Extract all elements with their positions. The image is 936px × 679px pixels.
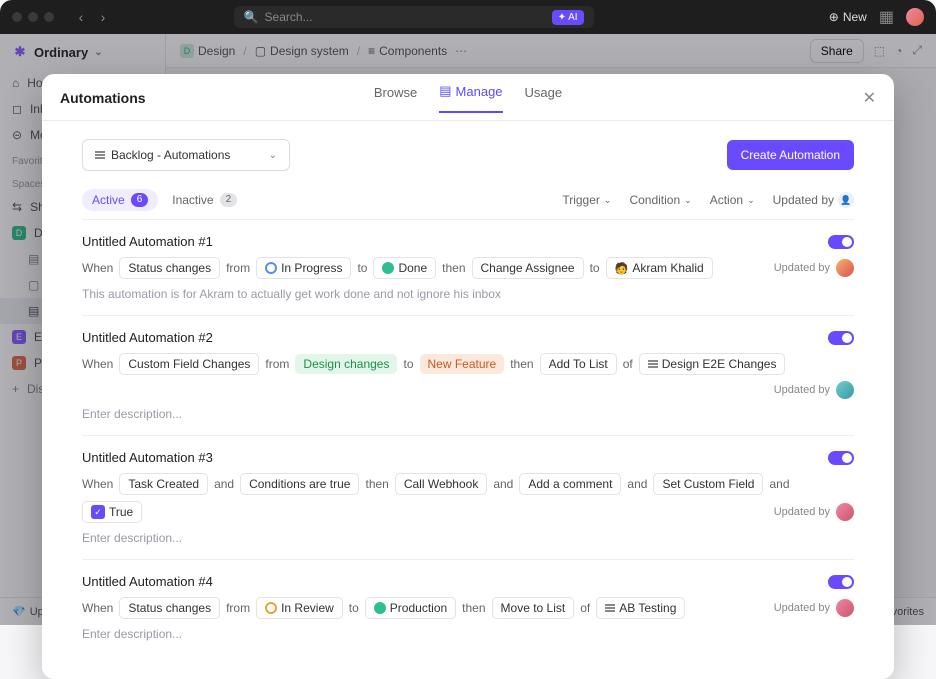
filter-updated-by[interactable]: Updated by 👤 xyxy=(773,192,854,208)
close-icon[interactable]: ✕ xyxy=(863,88,876,108)
list-chip[interactable]: Design E2E Changes xyxy=(639,353,786,375)
list-chip[interactable]: AB Testing xyxy=(596,597,685,619)
value-chip[interactable]: ✓True xyxy=(82,501,142,523)
avatar-icon: 🧑 xyxy=(615,262,629,275)
list-selector[interactable]: Backlog - Automations ⌄ xyxy=(82,139,290,171)
automation-description[interactable]: This automation is for Akram to actually… xyxy=(82,287,854,301)
window-titlebar: ‹ › 🔍 Search... ✦ AI ⊕ New ▦ xyxy=(0,0,936,34)
list-icon xyxy=(605,604,615,612)
automation-description[interactable]: Enter description... xyxy=(82,627,854,641)
action-chip[interactable]: Call Webhook xyxy=(395,473,487,495)
trigger-chip[interactable]: Task Created xyxy=(119,473,208,495)
status-dot-icon xyxy=(374,602,386,614)
user-avatar[interactable] xyxy=(906,8,924,26)
automation-title[interactable]: Untitled Automation #2 xyxy=(82,330,213,345)
modal-overlay: Automations Browse ▤ Manage Usage ✕ Back… xyxy=(0,34,936,625)
automation-row: Untitled Automation #4 When Status chang… xyxy=(82,559,854,655)
chevron-down-icon: ⌄ xyxy=(684,195,692,206)
automation-row: Untitled Automation #1 When Status chang… xyxy=(82,219,854,315)
status-dot-icon xyxy=(265,602,277,614)
list-icon xyxy=(648,360,658,368)
action-chip[interactable]: Add a comment xyxy=(519,473,621,495)
tag-chip[interactable]: Design changes xyxy=(295,354,397,374)
action-chip[interactable]: Change Assignee xyxy=(472,257,584,279)
search-placeholder: Search... xyxy=(265,10,313,24)
new-button[interactable]: ⊕ New xyxy=(829,10,867,24)
automation-toggle[interactable] xyxy=(828,575,854,589)
avatar xyxy=(836,381,854,399)
chevron-down-icon: ⌄ xyxy=(747,195,755,206)
filter-trigger[interactable]: Trigger ⌄ xyxy=(562,193,611,207)
tab-manage[interactable]: ▤ Manage xyxy=(439,83,502,113)
automation-description[interactable]: Enter description... xyxy=(82,531,854,545)
tab-browse[interactable]: Browse xyxy=(374,83,417,113)
apps-grid-icon[interactable]: ▦ xyxy=(879,7,894,27)
global-search[interactable]: 🔍 Search... ✦ AI xyxy=(234,6,594,28)
list-icon xyxy=(95,151,105,159)
filter-condition[interactable]: Condition ⌄ xyxy=(629,193,691,207)
automation-toggle[interactable] xyxy=(828,235,854,249)
status-chip[interactable]: In Progress xyxy=(256,257,351,279)
checkbox-icon: ✓ xyxy=(91,505,105,519)
search-icon: 🔍 xyxy=(244,10,259,24)
condition-chip[interactable]: Conditions are true xyxy=(240,473,359,495)
trigger-chip[interactable]: Status changes xyxy=(119,257,220,279)
avatar xyxy=(836,259,854,277)
updated-by: Updated by xyxy=(774,259,854,277)
window-traffic-lights xyxy=(12,12,54,22)
user-placeholder-icon: 👤 xyxy=(838,192,854,208)
nav-forward-icon[interactable]: › xyxy=(94,9,112,25)
filter-active[interactable]: Active6 xyxy=(82,189,158,211)
ai-badge[interactable]: ✦ AI xyxy=(552,10,584,25)
action-chip[interactable]: Set Custom Field xyxy=(653,473,763,495)
action-chip[interactable]: Add To List xyxy=(540,353,617,375)
filter-action[interactable]: Action ⌄ xyxy=(710,193,755,207)
automations-modal: Automations Browse ▤ Manage Usage ✕ Back… xyxy=(42,74,894,679)
status-dot-icon xyxy=(382,262,394,274)
status-dot-icon xyxy=(265,262,277,274)
updated-by: Updated by xyxy=(774,381,854,399)
updated-by: Updated by xyxy=(774,503,854,521)
automation-toggle[interactable] xyxy=(828,451,854,465)
avatar xyxy=(836,503,854,521)
action-chip[interactable]: Move to List xyxy=(492,597,575,619)
updated-by: Updated by xyxy=(774,599,854,617)
create-automation-button[interactable]: Create Automation xyxy=(727,140,854,170)
chevron-down-icon: ⌄ xyxy=(269,150,277,161)
automation-row: Untitled Automation #3 When Task Created… xyxy=(82,435,854,559)
trigger-chip[interactable]: Custom Field Changes xyxy=(119,353,259,375)
tag-chip[interactable]: New Feature xyxy=(420,354,505,374)
automation-title[interactable]: Untitled Automation #4 xyxy=(82,574,213,589)
status-chip[interactable]: Production xyxy=(365,597,456,619)
automation-row: Untitled Automation #2 When Custom Field… xyxy=(82,315,854,435)
status-chip[interactable]: Done xyxy=(373,257,436,279)
chevron-down-icon: ⌄ xyxy=(604,195,612,206)
automation-title[interactable]: Untitled Automation #3 xyxy=(82,450,213,465)
avatar xyxy=(836,599,854,617)
status-chip[interactable]: In Review xyxy=(256,597,343,619)
assignee-chip[interactable]: 🧑Akram Khalid xyxy=(606,257,713,279)
automation-toggle[interactable] xyxy=(828,331,854,345)
trigger-chip[interactable]: Status changes xyxy=(119,597,220,619)
modal-title: Automations xyxy=(60,90,146,106)
automation-title[interactable]: Untitled Automation #1 xyxy=(82,234,213,249)
filter-inactive[interactable]: Inactive2 xyxy=(162,189,247,211)
tab-usage[interactable]: Usage xyxy=(525,83,563,113)
nav-back-icon[interactable]: ‹ xyxy=(72,9,90,25)
automation-description[interactable]: Enter description... xyxy=(82,407,854,421)
nav-arrows: ‹ › xyxy=(72,9,112,25)
